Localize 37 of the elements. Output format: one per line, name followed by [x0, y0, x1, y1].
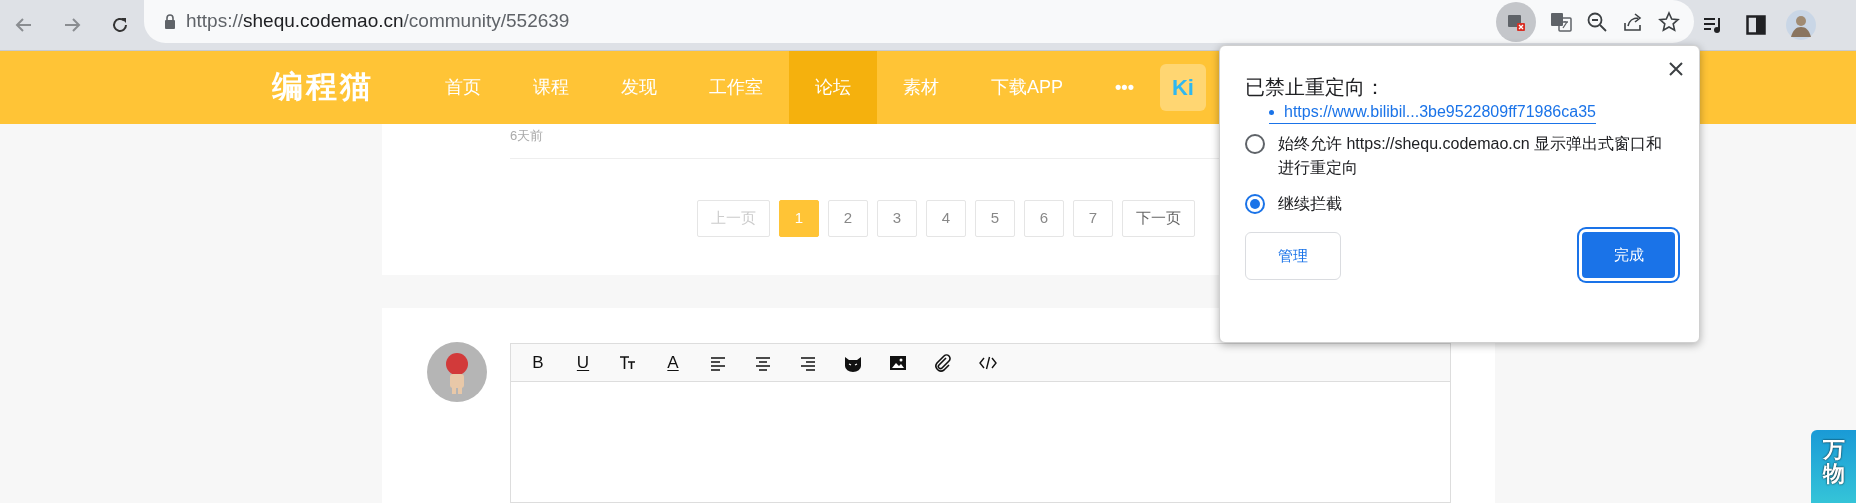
radio-label: 继续拦截 [1278, 194, 1342, 214]
page-button[interactable]: 4 [926, 199, 966, 237]
page-button[interactable]: 2 [828, 199, 868, 237]
radio-button[interactable] [1245, 194, 1265, 214]
avatar [427, 342, 487, 402]
next-page-button[interactable]: 下一页 [1122, 199, 1195, 237]
close-icon[interactable] [1669, 62, 1683, 76]
page-button[interactable]: 5 [975, 199, 1015, 237]
comment-editor[interactable]: B U A [510, 343, 1451, 503]
popup-title: 已禁止重定向： [1245, 75, 1385, 100]
nav-tab[interactable]: 论坛 [789, 51, 877, 124]
profile-avatar-icon[interactable] [1786, 10, 1816, 40]
url-text: https://shequ.codemao.cn/community/552639 [186, 9, 570, 34]
address-bar[interactable]: https://shequ.codemao.cn/community/552639 [144, 0, 1694, 43]
bookmark-star-icon[interactable] [1658, 10, 1680, 33]
popup-blocked-icon[interactable] [1496, 1, 1536, 42]
underline-button[interactable]: U [570, 349, 596, 376]
done-button[interactable]: 完成 [1580, 230, 1677, 280]
redirect-link[interactable]: https://www.bilibil...3be9522809ff71986ca35 [1284, 101, 1596, 123]
side-badge[interactable]: 万物 [1811, 430, 1856, 503]
post-time: 6天前 [510, 127, 544, 145]
paperclip-icon[interactable] [933, 352, 953, 373]
manage-button[interactable]: 管理 [1245, 232, 1341, 280]
font-color-button[interactable]: A [660, 349, 686, 376]
page-button[interactable]: 7 [1073, 199, 1113, 237]
side-panel-icon[interactable] [1746, 15, 1766, 35]
radio-button[interactable] [1245, 134, 1265, 154]
share-icon[interactable] [1622, 10, 1644, 33]
reload-icon[interactable] [110, 15, 130, 35]
page-button[interactable]: 6 [1024, 199, 1064, 237]
zoom-out-icon[interactable] [1586, 10, 1608, 33]
bullet-icon [1269, 109, 1274, 115]
lock-icon [164, 14, 176, 29]
bold-button[interactable]: B [525, 349, 551, 376]
page-button[interactable]: 3 [877, 199, 917, 237]
translate-icon[interactable] [1550, 10, 1572, 33]
radio-label: 始终允许 https://shequ.codemao.cn 显示弹出式窗口和进行重定向 [1278, 134, 1664, 178]
